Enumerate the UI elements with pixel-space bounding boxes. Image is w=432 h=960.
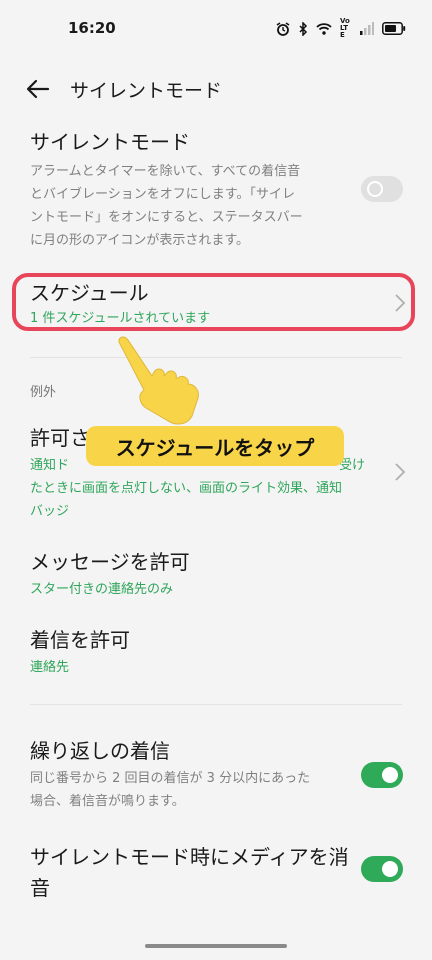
allow-line: たときに画面を点灯しない、画面のライト効果、通知 [30, 481, 343, 496]
bluetooth-icon [299, 21, 308, 36]
status-icons: Vo LTE [276, 18, 406, 39]
mute-media-line: サイレントモード時にメディアを消 [30, 845, 349, 869]
silent-mode-title: サイレントモード [30, 130, 190, 154]
silent-desc-line: ントモード」をオンにすると、ステータスバー [30, 210, 303, 225]
schedule-highlight-frame [12, 273, 415, 331]
mute-media-row[interactable]: サイレントモード時にメディアを消 音 [30, 842, 360, 904]
silent-desc-line: に月の形のアイコンが表示されます。 [30, 233, 250, 248]
exceptions-label: 例外 [30, 385, 57, 400]
signal-icon [360, 22, 374, 35]
silent-desc-line: とバイブレーションをオフにします。「サイレ [30, 187, 295, 202]
wifi-icon [316, 23, 332, 35]
volte-label: Vo LTE [340, 17, 350, 39]
status-bar: 16:20 Vo LTE [0, 0, 432, 60]
mute-media-title: サイレントモード時にメディアを消 音 [30, 842, 360, 904]
pointing-hand-icon [118, 336, 199, 425]
back-button[interactable] [24, 76, 52, 102]
chevron-right-icon [395, 463, 406, 481]
repeat-calls-title: 繰り返しの着信 [30, 739, 170, 763]
home-indicator[interactable] [145, 944, 287, 948]
status-time: 16:20 [68, 19, 116, 37]
repeat-calls-description: 同じ番号から 2 回目の着信が 3 分以内にあった 場合、着信音が鳴ります。 [30, 767, 350, 813]
allow-line: 通知ド [30, 458, 70, 473]
allow-messages-title: メッセージを許可 [30, 550, 190, 574]
mute-media-toggle[interactable] [361, 856, 403, 882]
repeat-desc-line: 同じ番号から 2 回目の着信が 3 分以内にあった [30, 771, 311, 786]
toggle-knob [382, 861, 398, 877]
repeat-calls-row[interactable]: 繰り返しの着信 同じ番号から 2 回目の着信が 3 分以内にあった 場合、着信音… [30, 737, 350, 813]
repeat-calls-toggle[interactable] [361, 762, 403, 788]
silent-mode-toggle[interactable] [361, 176, 403, 202]
allow-calls-subtitle: 連絡先 [30, 660, 70, 675]
divider [30, 357, 402, 358]
silent-desc-line: アラームとタイマーを除いて、すべての着信音 [30, 164, 301, 179]
divider [30, 704, 402, 705]
allow-calls-row[interactable]: 着信を許可 連絡先 [30, 626, 130, 679]
allow-line: バッジ [30, 504, 70, 519]
silent-mode-description: アラームとタイマーを除いて、すべての着信音 とバイブレーションをオフにします。「… [30, 160, 360, 252]
toggle-knob [367, 181, 383, 197]
app-header: サイレントモード [0, 66, 432, 112]
allow-messages-row[interactable]: メッセージを許可 スター付きの連絡先のみ [30, 548, 190, 601]
repeat-desc-line: 場合、着信音が鳴ります。 [30, 794, 185, 809]
page-title: サイレントモード [70, 80, 223, 102]
alarm-icon [276, 21, 290, 36]
mute-media-line: 音 [30, 876, 50, 900]
battery-icon [382, 22, 406, 35]
toggle-knob [382, 767, 398, 783]
allow-calls-title: 着信を許可 [30, 628, 130, 652]
silent-mode-row[interactable]: サイレントモード アラームとタイマーを除いて、すべての着信音 とバイブレーション… [30, 128, 360, 252]
allow-messages-subtitle: スター付きの連絡先のみ [30, 582, 174, 597]
tap-instruction-callout: スケジュールをタップ [86, 426, 344, 466]
back-arrow-icon [26, 79, 50, 99]
